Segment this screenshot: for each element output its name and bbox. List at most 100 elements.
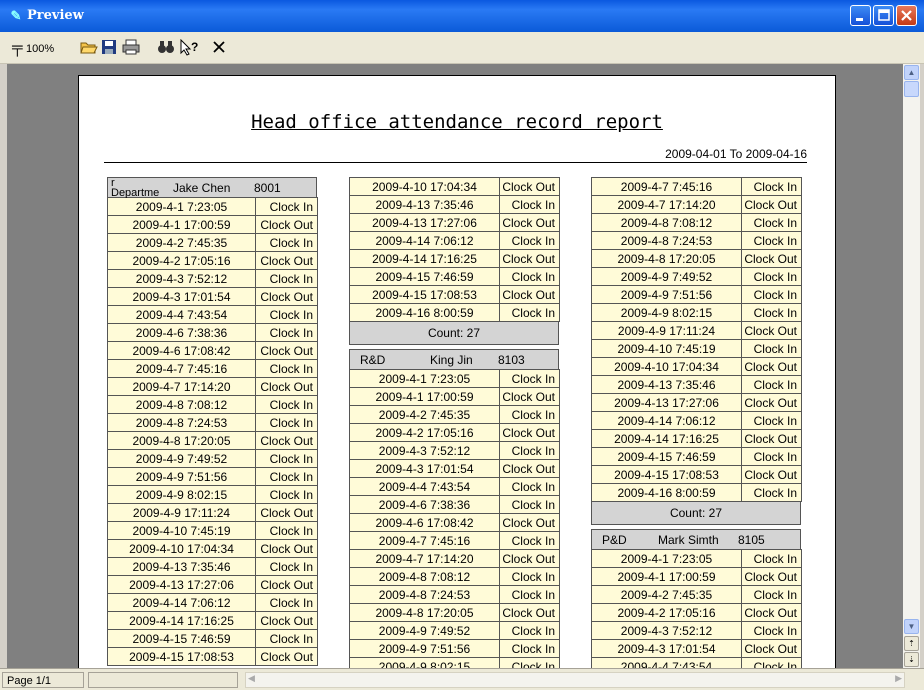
punch-type: Clock In — [499, 303, 560, 322]
punch-type: Clock In — [255, 467, 318, 486]
punch-type: Clock In — [741, 621, 802, 640]
arrow-right-icon[interactable]: ▶ — [895, 673, 902, 684]
attendance-row: 2009-4-6 17:08:42 Clock Out — [349, 513, 560, 532]
record-count: Count: 27 — [591, 502, 801, 525]
punch-datetime: 2009-4-2 7:45:35 — [591, 585, 742, 604]
attendance-row: 2009-4-3 7:52:12 Clock In — [591, 621, 802, 640]
punch-datetime: 2009-4-15 17:08:53 — [349, 285, 500, 304]
punch-type: Clock In — [741, 549, 802, 568]
department-label: P&D — [602, 533, 627, 547]
double-arrow-up-icon: ⇡ — [908, 639, 915, 648]
zoom-icon: ╤ — [12, 39, 23, 56]
punch-type: Clock Out — [499, 285, 560, 304]
punch-datetime: 2009-4-16 8:00:59 — [591, 483, 742, 502]
minimize-icon — [856, 18, 863, 21]
punch-datetime: 2009-4-4 7:43:54 — [349, 477, 500, 496]
attendance-row: 2009-4-9 7:51:56 Clock In — [349, 639, 560, 658]
attendance-row: 2009-4-3 17:01:54 Clock Out — [349, 459, 560, 478]
attendance-row: 2009-4-1 17:00:59 Clock Out — [349, 387, 560, 406]
employee-header: r Departmen Jake Chen 8001 — [107, 177, 317, 198]
punch-type: Clock In — [255, 359, 318, 378]
punch-type: Clock In — [255, 557, 318, 576]
punch-type: Clock In — [499, 531, 560, 550]
punch-datetime: 2009-4-1 17:00:59 — [591, 567, 742, 586]
save-button[interactable] — [101, 39, 117, 57]
employee-column-3: 2009-4-7 7:45:16 Clock In 2009-4-7 17:14:2… — [591, 177, 802, 668]
arrow-down-icon: ▼ — [907, 622, 916, 631]
punch-datetime: 2009-4-9 7:49:52 — [107, 449, 256, 468]
horizontal-scrollbar[interactable]: ◀ ▶ — [245, 672, 905, 688]
attendance-row: 2009-4-2 7:45:35 Clock In — [591, 585, 802, 604]
attendance-table: 2009-4-1 7:23:05 Clock In 2009-4-1 17:00:5… — [591, 549, 802, 668]
attendance-row: 2009-4-15 7:46:59 Clock In — [107, 629, 318, 648]
punch-datetime: 2009-4-14 17:16:25 — [349, 249, 500, 268]
punch-type: Clock In — [499, 567, 560, 586]
punch-type: Clock Out — [741, 465, 802, 484]
attendance-row: 2009-4-9 8:02:15 Clock In — [107, 485, 318, 504]
prev-page-button[interactable]: ⇡ — [904, 636, 919, 651]
preview-area[interactable]: Head office attendance record report 200… — [7, 64, 903, 668]
attendance-row: 2009-4-10 7:45:19 Clock In — [591, 339, 802, 358]
attendance-row: 2009-4-13 7:35:46 Clock In — [349, 195, 560, 214]
attendance-row: 2009-4-14 7:06:12 Clock In — [107, 593, 318, 612]
punch-type: Clock In — [255, 323, 318, 342]
scroll-up-button[interactable]: ▲ — [904, 65, 919, 80]
punch-type: Clock Out — [741, 639, 802, 658]
punch-datetime: 2009-4-10 17:04:34 — [591, 357, 742, 376]
punch-type: Clock In — [741, 303, 802, 322]
report-page: Head office attendance record report 200… — [78, 75, 836, 668]
close-preview-button[interactable] — [212, 39, 226, 57]
punch-datetime: 2009-4-13 17:27:06 — [591, 393, 742, 412]
punch-type: Clock Out — [499, 387, 560, 406]
maximize-button[interactable] — [873, 5, 894, 26]
punch-type: Clock In — [741, 585, 802, 604]
next-page-button[interactable]: ⇣ — [904, 652, 919, 667]
print-button[interactable] — [122, 39, 140, 57]
punch-type: Clock Out — [741, 195, 802, 214]
vertical-scrollbar[interactable]: ▲ ▼ ⇡ ⇣ — [903, 64, 920, 668]
scroll-down-button[interactable]: ▼ — [904, 619, 919, 634]
find-button[interactable] — [157, 39, 175, 57]
punch-type: Clock Out — [741, 603, 802, 622]
punch-type: Clock In — [499, 195, 560, 214]
open-folder-button[interactable] — [80, 39, 98, 57]
punch-datetime: 2009-4-1 7:23:05 — [349, 369, 500, 388]
punch-datetime: 2009-4-8 7:24:53 — [107, 413, 256, 432]
zoom-label: 100% — [25, 43, 55, 55]
maximize-icon — [878, 9, 890, 21]
scroll-thumb[interactable] — [904, 81, 919, 97]
punch-datetime: 2009-4-7 17:14:20 — [591, 195, 742, 214]
attendance-row: 2009-4-6 7:38:36 Clock In — [107, 323, 318, 342]
attendance-row: 2009-4-6 17:08:42 Clock Out — [107, 341, 318, 360]
punch-type: Clock In — [255, 521, 318, 540]
attendance-row: 2009-4-2 7:45:35 Clock In — [107, 233, 318, 252]
punch-type: Clock Out — [741, 321, 802, 340]
punch-type: Clock In — [255, 593, 318, 612]
punch-datetime: 2009-4-15 7:46:59 — [107, 629, 256, 648]
save-disk-icon — [102, 40, 116, 54]
punch-datetime: 2009-4-13 7:35:46 — [107, 557, 256, 576]
attendance-row: 2009-4-2 7:45:35 Clock In — [349, 405, 560, 424]
help-button[interactable]: ? — [179, 38, 201, 57]
department-label: r Departmen — [111, 178, 159, 198]
punch-datetime: 2009-4-8 7:24:53 — [591, 231, 742, 250]
minimize-button[interactable] — [850, 5, 871, 26]
attendance-row: 2009-4-7 17:14:20 Clock Out — [349, 549, 560, 568]
attendance-row: 2009-4-10 7:45:19 Clock In — [107, 521, 318, 540]
punch-type: Clock Out — [255, 341, 318, 360]
attendance-row: 2009-4-9 17:11:24 Clock Out — [591, 321, 802, 340]
attendance-row: 2009-4-4 7:43:54 Clock In — [107, 305, 318, 324]
punch-datetime: 2009-4-8 7:08:12 — [107, 395, 256, 414]
punch-type: Clock Out — [499, 249, 560, 268]
close-window-button[interactable] — [896, 5, 917, 26]
punch-datetime: 2009-4-14 17:16:25 — [591, 429, 742, 448]
status-panel — [88, 672, 238, 688]
punch-datetime: 2009-4-14 7:06:12 — [349, 231, 500, 250]
title-bar[interactable]: ✎ Preview — [0, 0, 924, 32]
punch-type: Clock In — [255, 305, 318, 324]
zoom-button[interactable]: ╤ 100% — [12, 39, 54, 57]
attendance-row: 2009-4-8 7:08:12 Clock In — [107, 395, 318, 414]
attendance-row: 2009-4-9 7:49:52 Clock In — [591, 267, 802, 286]
attendance-row: 2009-4-6 7:38:36 Clock In — [349, 495, 560, 514]
arrow-left-icon[interactable]: ◀ — [248, 673, 255, 684]
